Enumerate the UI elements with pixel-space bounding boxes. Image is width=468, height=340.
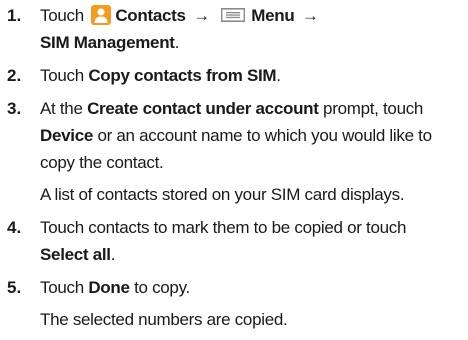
step-word: Touch xyxy=(40,278,84,297)
step-1: 1. Touch Contacts → Menu → SIM Managemen… xyxy=(7,2,464,56)
step-3: 3. At the Create contact under account p… xyxy=(7,95,464,208)
step-note: A list of contacts stored on your SIM ca… xyxy=(40,185,405,204)
device-label: Device xyxy=(40,126,94,145)
step-5: 5. Touch Done to copy. The selected numb… xyxy=(7,274,464,333)
step-text: Touch Done to copy. The selected numbers… xyxy=(40,274,464,333)
menu-label: Menu xyxy=(251,6,295,25)
period: . xyxy=(110,245,116,264)
step-word: copy the contact. xyxy=(40,153,164,172)
step-word: Touch xyxy=(40,6,84,25)
step-text: Touch Contacts → Menu → SIM Management. xyxy=(40,2,464,56)
period: . xyxy=(276,66,281,85)
arrow-icon: → xyxy=(193,6,210,25)
select-all-label: Select all xyxy=(40,245,111,264)
step-number: 5. xyxy=(7,278,22,297)
step-2: 2. Touch Copy contacts from SIM. xyxy=(7,62,464,89)
step-text: Touch contacts to mark them to be copied… xyxy=(40,214,464,268)
arrow-icon: → xyxy=(301,6,319,25)
sim-management-label: SIM Management xyxy=(40,33,175,52)
step-word: or an account name to which you would li… xyxy=(97,126,432,145)
menu-icon xyxy=(221,3,246,22)
step-number: 2. xyxy=(7,66,22,85)
instruction-page: 1. Touch Contacts → Menu → SIM Managemen… xyxy=(0,0,468,340)
step-text: Touch Copy contacts from SIM. xyxy=(40,62,464,89)
step-note: The selected numbers are copied. xyxy=(40,310,288,329)
step-text: At the Create contact under account prom… xyxy=(40,95,464,208)
step-word: Touch contacts to mark them to be copied… xyxy=(40,218,407,237)
copy-contacts-label: Copy contacts from SIM xyxy=(88,66,277,85)
step-number: 1. xyxy=(7,6,22,25)
step-number: 3. xyxy=(7,99,22,118)
step-word: to copy. xyxy=(134,278,190,297)
period: . xyxy=(174,33,180,52)
step-4: 4. Touch contacts to mark them to be cop… xyxy=(7,214,464,268)
create-contact-label: Create contact under account xyxy=(87,99,319,118)
step-word: At the xyxy=(40,99,83,118)
step-number: 4. xyxy=(7,218,22,237)
step-word: Touch xyxy=(40,66,84,85)
steps-list: 1. Touch Contacts → Menu → SIM Managemen… xyxy=(7,2,464,333)
done-label: Done xyxy=(88,278,130,297)
contacts-label: Contacts xyxy=(115,6,186,25)
contacts-app-icon xyxy=(91,5,112,25)
step-word: prompt, touch xyxy=(323,99,424,118)
